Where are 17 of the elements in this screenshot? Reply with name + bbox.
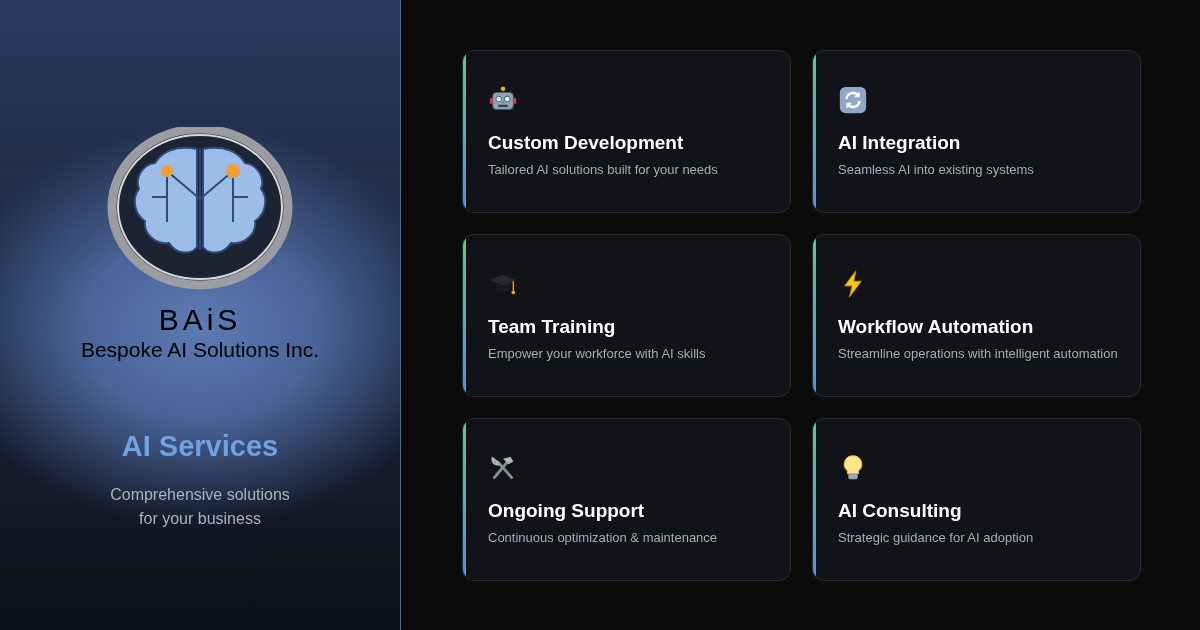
card-title: Ongoing Support	[488, 499, 646, 523]
card-description: Strategic guidance for AI adoption	[838, 528, 1035, 546]
card-description: Tailored AI solutions built for your needs	[488, 160, 719, 178]
card-title: AI Consulting	[838, 499, 963, 523]
card-title: Workflow Automation	[838, 315, 1035, 339]
logo-wordmark: BAiS	[158, 305, 242, 335]
panel-subtitle: Comprehensive solutions for your business	[109, 484, 291, 529]
card-description: Streamline operations with intelligent automation	[838, 344, 1118, 362]
card-title: Custom Development	[488, 131, 685, 155]
card-title: Team Training	[488, 315, 617, 339]
card-title: AI Integration	[838, 131, 962, 155]
cycle-arrows-icon	[838, 85, 868, 116]
card-description: Empower your workforce with AI skills	[488, 344, 707, 362]
card-description: Seamless AI into existing systems	[838, 160, 1035, 178]
company-name: Bespoke AI Solutions Inc.	[80, 337, 320, 363]
card-description: Continuous optimization & maintenance	[488, 528, 719, 546]
panel-heading: AI Services	[121, 429, 279, 465]
